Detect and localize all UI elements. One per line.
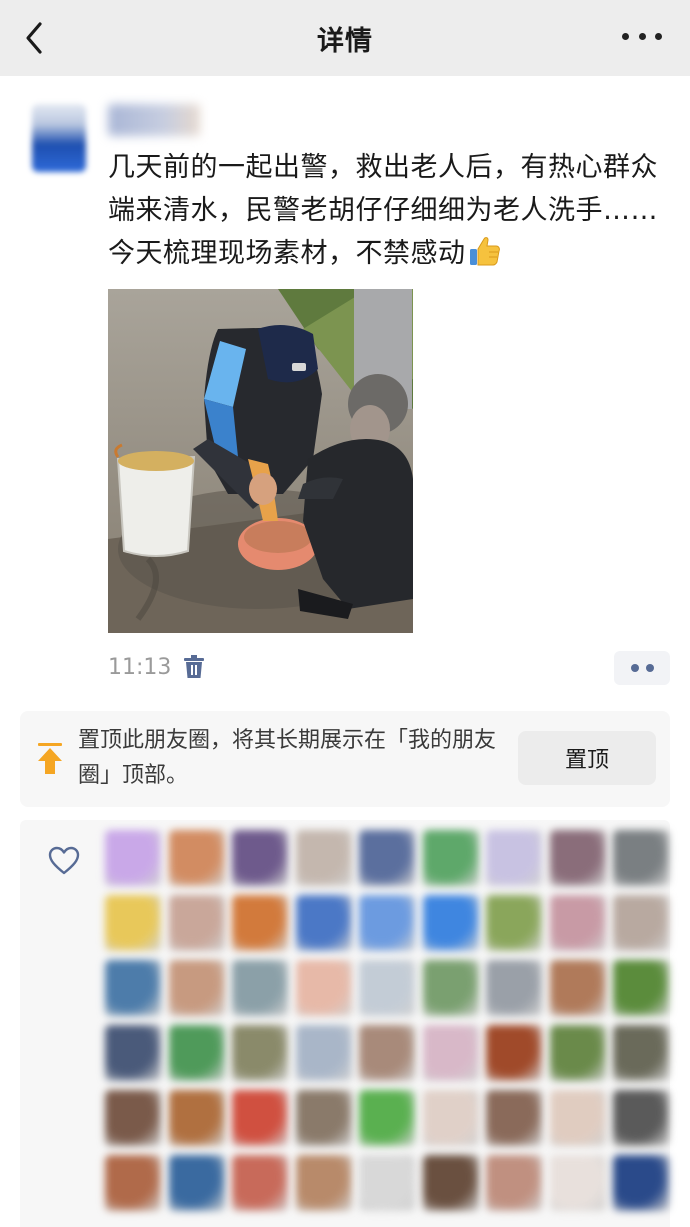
page-title: 详情 bbox=[317, 25, 373, 57]
liker-avatar[interactable] bbox=[168, 1025, 225, 1081]
liker-avatar[interactable] bbox=[295, 830, 352, 886]
post-time: 11:13 bbox=[108, 654, 172, 680]
liker-avatar[interactable] bbox=[232, 960, 288, 1016]
liker-avatar[interactable] bbox=[549, 960, 606, 1016]
liker-avatar[interactable] bbox=[359, 1155, 415, 1211]
liker-avatar[interactable] bbox=[295, 1155, 352, 1211]
liker-avatar[interactable] bbox=[486, 830, 542, 886]
comment-dots-icon[interactable] bbox=[614, 651, 670, 685]
liker-avatar[interactable] bbox=[486, 960, 542, 1016]
liker-avatar-grid bbox=[105, 830, 669, 1211]
liker-avatar[interactable] bbox=[422, 895, 479, 951]
liker-avatar[interactable] bbox=[486, 895, 542, 951]
liker-avatar[interactable] bbox=[422, 1155, 479, 1211]
top-nav-bar: 详情 bbox=[0, 0, 690, 76]
post-text: 几天前的一起出警，救出老人后，有热心群众端来清水，民警老胡仔仔细细为老人洗手……… bbox=[108, 146, 668, 275]
liker-avatar[interactable] bbox=[613, 895, 669, 951]
liker-avatar[interactable] bbox=[486, 1025, 542, 1081]
liker-avatar[interactable] bbox=[422, 1090, 479, 1146]
liker-avatar[interactable] bbox=[359, 895, 415, 951]
liker-avatar[interactable] bbox=[168, 895, 225, 951]
liker-avatar[interactable] bbox=[232, 1090, 288, 1146]
liker-avatar[interactable] bbox=[359, 1025, 415, 1081]
more-dots-icon[interactable] bbox=[622, 26, 662, 46]
liker-avatar[interactable] bbox=[549, 1025, 606, 1081]
liker-avatar[interactable] bbox=[105, 960, 161, 1016]
liker-avatar[interactable] bbox=[613, 830, 669, 886]
liker-avatar[interactable] bbox=[105, 895, 161, 951]
liker-avatar[interactable] bbox=[613, 1090, 669, 1146]
liker-avatar[interactable] bbox=[105, 1090, 161, 1146]
liker-avatar[interactable] bbox=[105, 1025, 161, 1081]
liker-avatar[interactable] bbox=[359, 1090, 415, 1146]
liker-avatar[interactable] bbox=[232, 1025, 288, 1081]
liker-avatar[interactable] bbox=[613, 1155, 669, 1211]
thumbs-up-emoji bbox=[469, 237, 500, 266]
liker-avatar[interactable] bbox=[105, 1155, 161, 1211]
chevron-left-icon[interactable] bbox=[22, 18, 46, 58]
liker-avatar[interactable] bbox=[613, 960, 669, 1016]
heart-outline-icon bbox=[48, 846, 80, 875]
liker-avatar[interactable] bbox=[549, 1155, 606, 1211]
liker-avatar[interactable] bbox=[168, 1155, 225, 1211]
liker-avatar[interactable] bbox=[168, 960, 225, 1016]
liker-avatar[interactable] bbox=[422, 960, 479, 1016]
likes-section bbox=[20, 820, 670, 1227]
author-avatar[interactable] bbox=[32, 104, 86, 172]
pin-to-top-button[interactable]: 置顶 bbox=[518, 731, 656, 785]
post-text-content: 几天前的一起出警，救出老人后，有热心群众端来清水，民警老胡仔仔细细为老人洗手……… bbox=[108, 152, 658, 269]
liker-avatar[interactable] bbox=[295, 960, 352, 1016]
liker-avatar[interactable] bbox=[232, 830, 288, 886]
post-photo[interactable] bbox=[108, 289, 413, 633]
liker-avatar[interactable] bbox=[168, 830, 225, 886]
author-name[interactable] bbox=[108, 104, 200, 136]
liker-avatar[interactable] bbox=[295, 1025, 352, 1081]
liker-avatar[interactable] bbox=[232, 1155, 288, 1211]
post-meta: 11:13 bbox=[108, 652, 205, 682]
pin-to-top-icon bbox=[38, 743, 62, 774]
liker-avatar[interactable] bbox=[549, 1090, 606, 1146]
liker-avatar[interactable] bbox=[232, 895, 288, 951]
liker-avatar[interactable] bbox=[422, 830, 479, 886]
liker-avatar[interactable] bbox=[422, 1025, 479, 1081]
pin-description: 置顶此朋友圈，将其长期展示在「我的朋友圈」顶部。 bbox=[78, 728, 497, 788]
liker-avatar[interactable] bbox=[359, 960, 415, 1016]
liker-avatar[interactable] bbox=[295, 895, 352, 951]
liker-avatar[interactable] bbox=[486, 1090, 542, 1146]
liker-avatar[interactable] bbox=[168, 1090, 225, 1146]
liker-avatar[interactable] bbox=[105, 830, 161, 886]
liker-avatar[interactable] bbox=[295, 1090, 352, 1146]
pin-to-top-card: 置顶此朋友圈，将其长期展示在「我的朋友圈」顶部。 置顶 bbox=[20, 711, 670, 807]
liker-avatar[interactable] bbox=[613, 1025, 669, 1081]
trash-icon[interactable] bbox=[183, 655, 205, 679]
liker-avatar[interactable] bbox=[486, 1155, 542, 1211]
liker-avatar[interactable] bbox=[359, 830, 415, 886]
liker-avatar[interactable] bbox=[549, 895, 606, 951]
liker-avatar[interactable] bbox=[549, 830, 606, 886]
